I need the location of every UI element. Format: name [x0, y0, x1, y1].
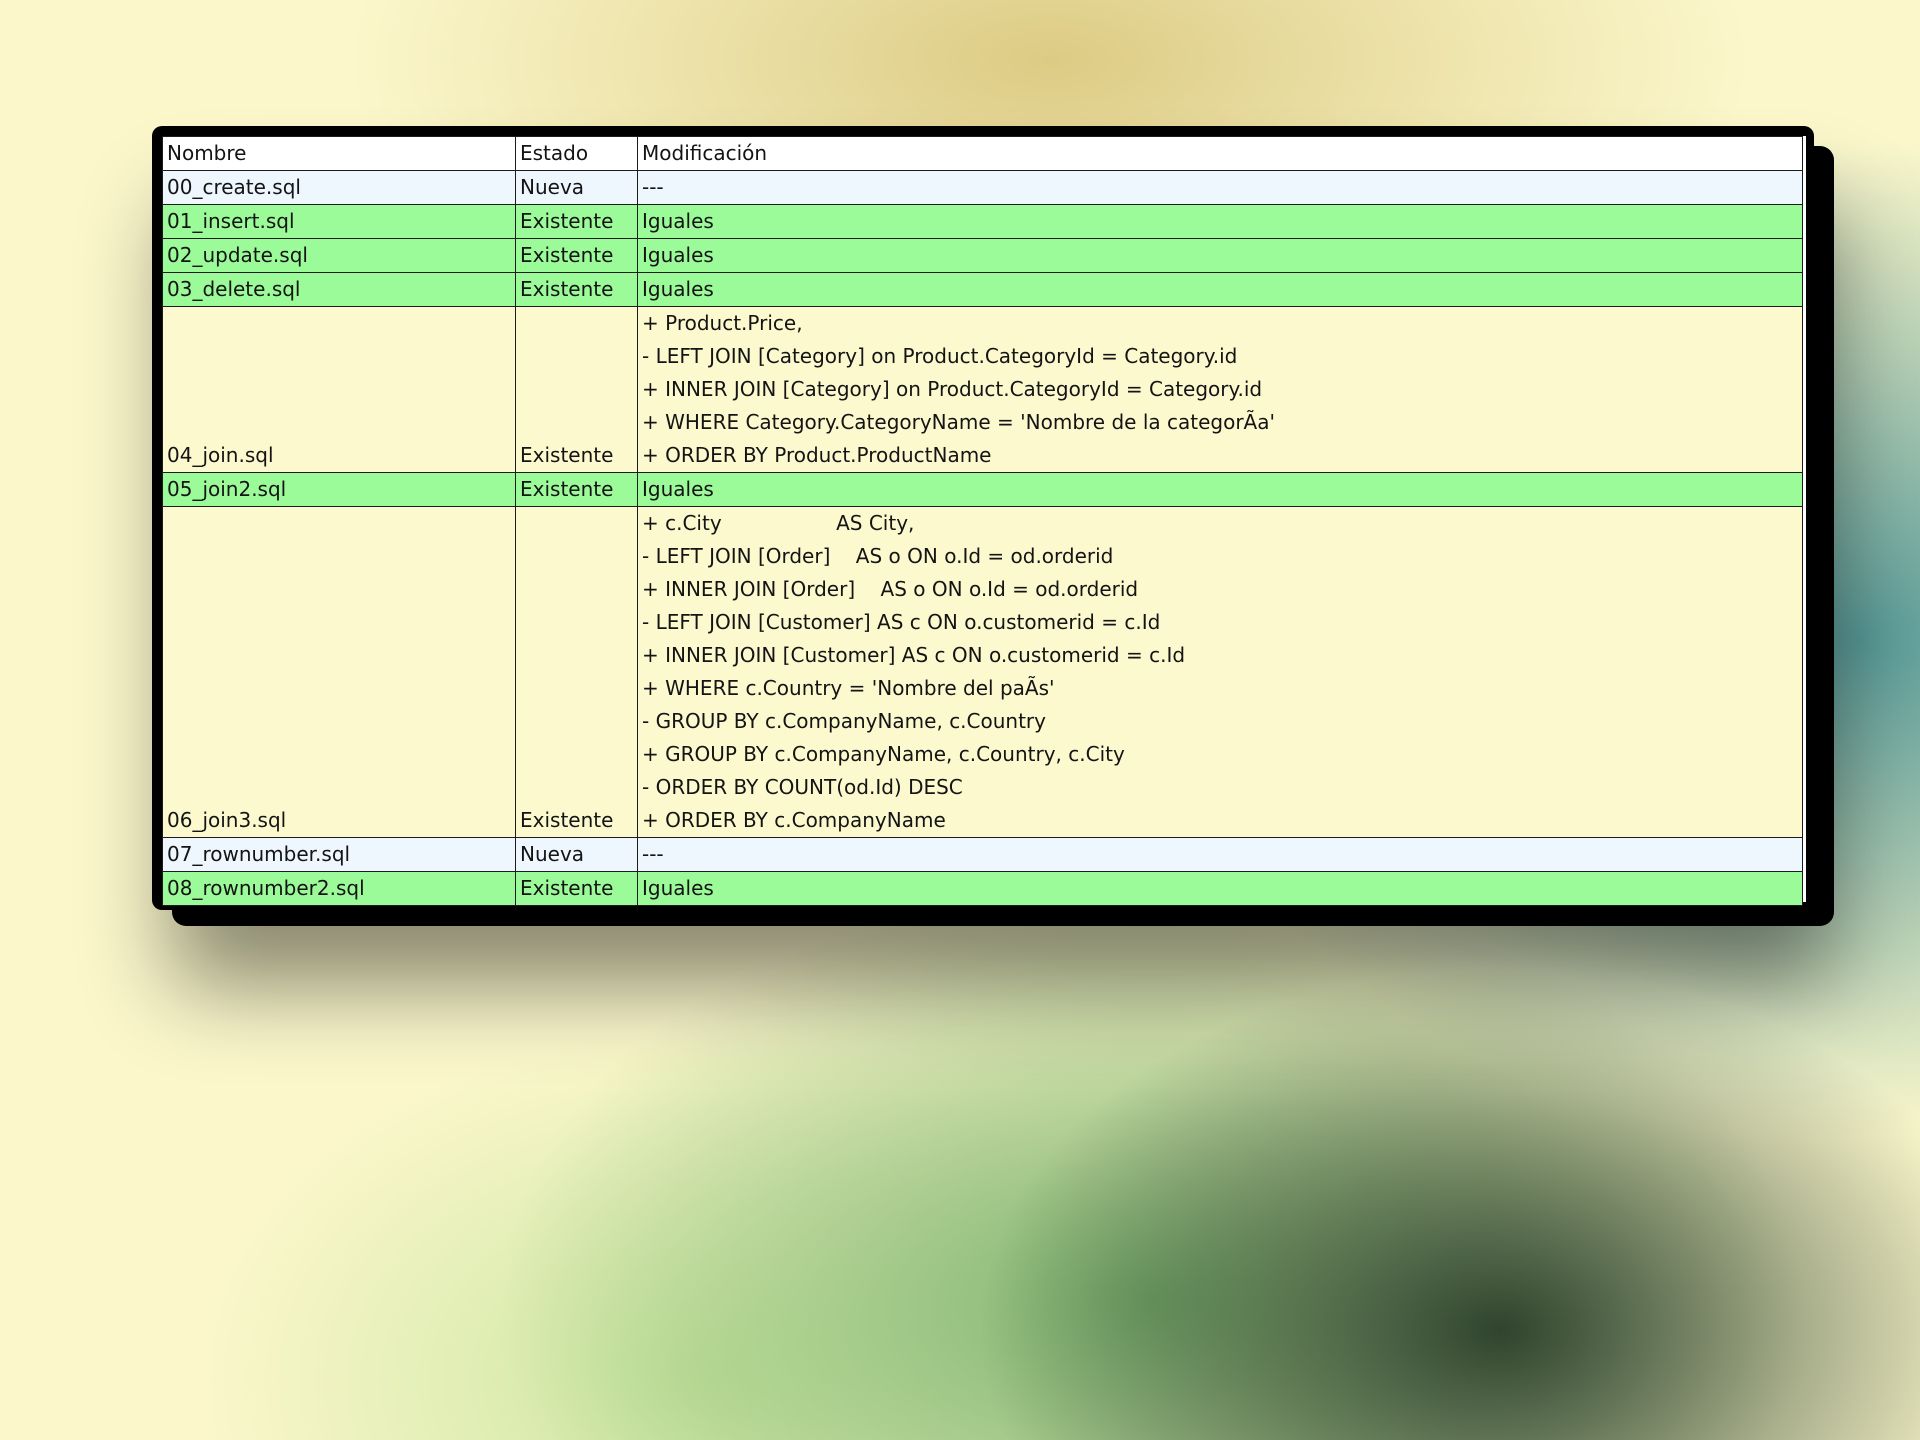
- cell-modificacion[interactable]: Iguales: [637, 472, 1803, 507]
- modification-line: Iguales: [642, 477, 714, 501]
- modification-line: + ORDER BY c.CompanyName: [642, 808, 946, 832]
- spreadsheet: Nombre Estado Modificación 00_create.sql…: [162, 136, 1806, 906]
- modification-line: + WHERE c.Country = 'Nombre del paÃ­s': [642, 676, 1055, 700]
- modification-line: + INNER JOIN [Customer] AS c ON o.custom…: [642, 643, 1186, 667]
- modification-line: + Product.Price,: [642, 311, 803, 335]
- table-row: 08_rownumber2.sql Existente Iguales: [162, 871, 1803, 906]
- table-row: 00_create.sql Nueva ---: [162, 170, 1803, 205]
- modification-line: - LEFT JOIN [Customer] AS c ON o.custome…: [642, 610, 1161, 634]
- table-row: 01_insert.sql Existente Iguales: [162, 204, 1803, 239]
- modification-line: Iguales: [642, 209, 714, 233]
- modification-line: ---: [642, 175, 664, 199]
- modification-line: Iguales: [642, 277, 714, 301]
- modification-line: - GROUP BY c.CompanyName, c.Country: [642, 709, 1046, 733]
- cell-nombre[interactable]: 04_join.sql: [162, 306, 516, 473]
- cell-nombre[interactable]: 01_insert.sql: [162, 204, 516, 239]
- cell-nombre[interactable]: 05_join2.sql: [162, 472, 516, 507]
- cell-estado[interactable]: Nueva: [515, 837, 638, 872]
- header-nombre: Nombre: [162, 136, 516, 171]
- table-row: 04_join.sql Existente + Product.Price, - LE…: [162, 306, 1803, 473]
- modification-line: - LEFT JOIN [Category] on Product.Catego…: [642, 344, 1238, 368]
- table-body: 00_create.sql Nueva --- 01_insert.sql Existe…: [162, 170, 1803, 906]
- table-row: 02_update.sql Existente Iguales: [162, 238, 1803, 273]
- modification-line: + INNER JOIN [Order] AS o ON o.Id = od.o…: [642, 577, 1139, 601]
- header-estado: Estado: [515, 136, 638, 171]
- modification-line: + ORDER BY Product.ProductName: [642, 443, 992, 467]
- modification-line: Iguales: [642, 876, 714, 900]
- cell-estado[interactable]: Nueva: [515, 170, 638, 205]
- cell-estado[interactable]: Existente: [515, 472, 638, 507]
- cell-modificacion[interactable]: Iguales: [637, 871, 1803, 906]
- cell-modificacion[interactable]: + c.City AS City, - LEFT JOIN [Order] AS …: [637, 506, 1803, 838]
- table-row: 03_delete.sql Existente Iguales: [162, 272, 1803, 307]
- cell-modificacion[interactable]: Iguales: [637, 238, 1803, 273]
- cell-nombre[interactable]: 08_rownumber2.sql: [162, 871, 516, 906]
- modification-line: - LEFT JOIN [Order] AS o ON o.Id = od.or…: [642, 544, 1114, 568]
- header-row: Nombre Estado Modificación: [162, 136, 1803, 171]
- cell-modificacion[interactable]: ---: [637, 837, 1803, 872]
- cell-estado[interactable]: Existente: [515, 506, 638, 838]
- modification-line: ---: [642, 842, 664, 866]
- cell-estado[interactable]: Existente: [515, 272, 638, 307]
- cell-estado[interactable]: Existente: [515, 871, 638, 906]
- cell-modificacion[interactable]: Iguales: [637, 272, 1803, 307]
- header-modificacion: Modificación: [637, 136, 1803, 171]
- cell-nombre[interactable]: 07_rownumber.sql: [162, 837, 516, 872]
- cell-modificacion[interactable]: + Product.Price, - LEFT JOIN [Category] o…: [637, 306, 1803, 473]
- modification-line: Iguales: [642, 243, 714, 267]
- sql-comparison-table: Nombre Estado Modificación 00_create.sql…: [162, 136, 1803, 906]
- page-background: { "table": { "headers": ["Nombre", "Esta…: [0, 0, 1920, 1440]
- cell-estado[interactable]: Existente: [515, 238, 638, 273]
- table-row: 05_join2.sql Existente Iguales: [162, 472, 1803, 507]
- table-row: 06_join3.sql Existente + c.City AS City, - …: [162, 506, 1803, 838]
- modification-line: + c.City AS City,: [642, 511, 915, 535]
- cell-nombre[interactable]: 06_join3.sql: [162, 506, 516, 838]
- cell-modificacion[interactable]: Iguales: [637, 204, 1803, 239]
- modification-line: + WHERE Category.CategoryName = 'Nombre …: [642, 410, 1275, 434]
- cell-nombre[interactable]: 02_update.sql: [162, 238, 516, 273]
- modification-line: + INNER JOIN [Category] on Product.Categ…: [642, 377, 1263, 401]
- cell-estado[interactable]: Existente: [515, 204, 638, 239]
- cell-estado[interactable]: Existente: [515, 306, 638, 473]
- cell-modificacion[interactable]: ---: [637, 170, 1803, 205]
- cell-nombre[interactable]: 03_delete.sql: [162, 272, 516, 307]
- modification-line: + GROUP BY c.CompanyName, c.Country, c.C…: [642, 742, 1125, 766]
- table-row: 07_rownumber.sql Nueva ---: [162, 837, 1803, 872]
- modification-line: - ORDER BY COUNT(od.Id) DESC: [642, 775, 963, 799]
- screenshot-frame: Nombre Estado Modificación 00_create.sql…: [152, 126, 1814, 910]
- cell-nombre[interactable]: 00_create.sql: [162, 170, 516, 205]
